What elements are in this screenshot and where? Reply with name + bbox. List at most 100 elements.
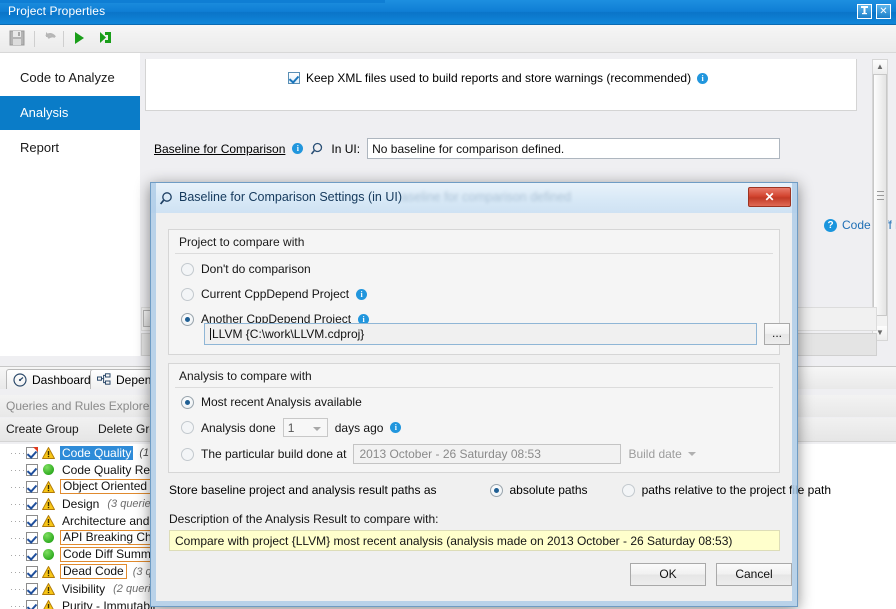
radio-current-project-label: Current CppDepend Project bbox=[201, 287, 349, 301]
tree-row-label: Code Quality Regr bbox=[60, 463, 163, 477]
scrollbar-thumb[interactable] bbox=[873, 74, 887, 316]
warning-icon bbox=[42, 481, 55, 493]
tree-row-checkbox[interactable] bbox=[26, 532, 38, 544]
current-project-info-icon[interactable]: i bbox=[356, 289, 367, 300]
tree-indent-guide: ···· bbox=[10, 465, 26, 475]
radio-analysis-done-button[interactable] bbox=[181, 421, 194, 434]
save-icon[interactable] bbox=[8, 29, 28, 49]
text-caret bbox=[210, 328, 211, 340]
tree-row-checkbox[interactable] bbox=[26, 583, 38, 595]
dialog-close-button[interactable]: ✕ bbox=[748, 187, 791, 207]
days-ago-stepper[interactable]: 1 bbox=[283, 418, 328, 437]
nav-item-code-to-analyze[interactable]: Code to Analyze bbox=[0, 61, 140, 95]
project-to-compare-group: Project to compare with Don't do compari… bbox=[168, 229, 780, 355]
radio-most-recent-analysis-button[interactable] bbox=[181, 396, 194, 409]
tree-row-checkbox[interactable] bbox=[26, 498, 38, 510]
chevron-down-icon[interactable] bbox=[313, 427, 321, 431]
radio-dont-do-comparison-button[interactable] bbox=[181, 263, 194, 276]
radio-particular-build-button[interactable] bbox=[181, 448, 194, 461]
pin-icon[interactable] bbox=[857, 4, 872, 19]
tree-row-checkbox[interactable] bbox=[26, 600, 38, 609]
tree-row-checkbox[interactable] bbox=[26, 566, 38, 578]
titlebar-accent-strip bbox=[0, 0, 385, 3]
help-icon[interactable]: ? bbox=[824, 219, 837, 232]
tree-row-label: Design bbox=[60, 497, 101, 511]
tree-indent-guide: ···· bbox=[10, 584, 26, 594]
store-paths-label: Store baseline project and analysis resu… bbox=[169, 483, 437, 497]
radio-current-project[interactable]: Current CppDepend Project i bbox=[181, 287, 367, 301]
close-icon[interactable]: ✕ bbox=[876, 4, 891, 19]
undo-icon[interactable] bbox=[41, 29, 61, 49]
tree-row-checkbox[interactable] bbox=[26, 549, 38, 561]
content-scrollbar[interactable]: ▲ ▼ bbox=[872, 59, 888, 341]
tree-indent-guide: ···· bbox=[10, 482, 26, 492]
keep-xml-checkbox[interactable] bbox=[288, 72, 300, 84]
toolbar-separator-1 bbox=[34, 31, 35, 47]
warning-icon bbox=[42, 447, 55, 459]
build-date-dropdown[interactable]: Build date bbox=[628, 447, 695, 461]
cancel-button[interactable]: Cancel bbox=[716, 563, 792, 586]
tree-row-count: (3 querie bbox=[107, 498, 150, 510]
radio-relative-paths[interactable]: paths relative to the project file path bbox=[622, 483, 831, 497]
magnifier-glyph bbox=[310, 142, 324, 156]
tree-indent-guide: ···· bbox=[10, 567, 26, 577]
run-glyph bbox=[70, 29, 88, 47]
keep-xml-info-icon[interactable]: i bbox=[697, 73, 708, 84]
ok-button[interactable]: OK bbox=[630, 563, 706, 586]
tree-row-checkbox[interactable] bbox=[26, 447, 38, 459]
radio-relative-paths-label: paths relative to the project file path bbox=[642, 483, 831, 497]
radio-analysis-done-label: Analysis done bbox=[201, 421, 276, 435]
chevron-down-icon[interactable] bbox=[688, 452, 696, 456]
radio-another-project-button[interactable] bbox=[181, 313, 194, 326]
radio-dont-do-comparison[interactable]: Don't do comparison bbox=[181, 262, 311, 276]
gauge-icon bbox=[13, 373, 27, 387]
magnifier-icon bbox=[310, 142, 324, 156]
toolbar-separator-2 bbox=[63, 31, 64, 47]
dependency-graph-icon bbox=[97, 373, 111, 387]
save-glyph bbox=[8, 29, 26, 47]
status-ok-icon bbox=[43, 532, 54, 543]
radio-relative-paths-button[interactable] bbox=[622, 484, 635, 497]
scroll-up-icon[interactable]: ▲ bbox=[873, 60, 887, 74]
nav-item-analysis[interactable]: Analysis bbox=[0, 96, 140, 130]
warning-icon bbox=[42, 515, 55, 527]
baseline-value-input[interactable]: No baseline for comparison defined. bbox=[367, 138, 780, 159]
undo-glyph bbox=[41, 29, 59, 47]
days-ago-suffix: days ago bbox=[335, 421, 384, 435]
days-ago-info-icon[interactable]: i bbox=[390, 422, 401, 433]
tree-row-checkbox[interactable] bbox=[26, 515, 38, 527]
create-group-button[interactable]: Create Group bbox=[6, 422, 79, 436]
tree-indent-guide: ···· bbox=[10, 601, 26, 609]
radio-particular-build[interactable]: The particular build done at 2013 Octobe… bbox=[181, 444, 696, 464]
radio-absolute-paths[interactable]: absolute paths bbox=[490, 483, 588, 497]
build-date-input[interactable]: 2013 October - 26 Saturday 08:53 bbox=[353, 444, 621, 464]
radio-absolute-paths-button[interactable] bbox=[490, 484, 503, 497]
radio-current-project-button[interactable] bbox=[181, 288, 194, 301]
run-icon[interactable] bbox=[70, 29, 90, 49]
tree-indent-guide: ···· bbox=[10, 448, 26, 458]
delete-group-button[interactable]: Delete Gro bbox=[98, 422, 156, 436]
project-path-input[interactable]: LLVM {C:\work\LLVM.cdproj} bbox=[204, 323, 757, 345]
analysis-to-compare-group: Analysis to compare with Most recent Ana… bbox=[168, 363, 780, 473]
project-group-title: Project to compare with bbox=[179, 235, 304, 249]
radio-analysis-done-days-ago[interactable]: Analysis done 1 days ago i bbox=[181, 418, 401, 437]
radio-dont-do-comparison-label: Don't do comparison bbox=[201, 262, 311, 276]
radio-most-recent-analysis[interactable]: Most recent Analysis available bbox=[181, 395, 362, 409]
browse-button[interactable]: ... bbox=[764, 323, 790, 345]
tree-row-label: Dead Code bbox=[60, 564, 127, 579]
tree-row-label: Code Diff Summar bbox=[60, 547, 164, 562]
tab-dashboard[interactable]: Dashboard bbox=[6, 369, 100, 389]
tree-row-checkbox[interactable] bbox=[26, 481, 38, 493]
run-and-export-icon[interactable] bbox=[96, 29, 116, 49]
tree-indent-guide: ···· bbox=[10, 499, 26, 509]
baseline-settings-dialog: Baseline for Comparison Settings (in UI)… bbox=[150, 182, 798, 607]
baseline-info-icon[interactable]: i bbox=[292, 143, 303, 154]
tree-row-checkbox[interactable] bbox=[26, 464, 38, 476]
explorer-title: Queries and Rules Explorer bbox=[6, 399, 153, 413]
run-export-glyph bbox=[96, 29, 114, 47]
window-title: Project Properties bbox=[8, 4, 105, 18]
analysis-group-title: Analysis to compare with bbox=[179, 369, 312, 383]
baseline-for-comparison-link[interactable]: Baseline for Comparison bbox=[154, 142, 285, 156]
days-ago-value: 1 bbox=[288, 421, 295, 435]
nav-item-report[interactable]: Report bbox=[0, 131, 140, 165]
